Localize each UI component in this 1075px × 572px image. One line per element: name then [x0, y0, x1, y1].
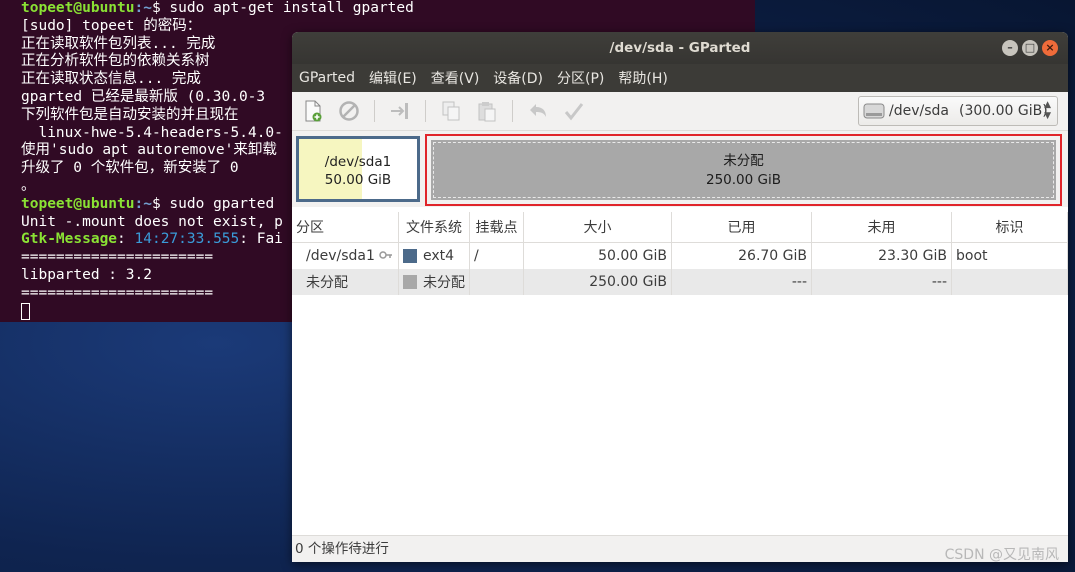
hard-disk-icon	[863, 101, 885, 121]
terminal-line: topeet@ubuntu:~$ sudo apt-get install gp…	[21, 0, 414, 16]
table-row[interactable]: /dev/sda1 ext4 / 50.00 GiB 26.70 GiB 23.…	[292, 243, 1068, 269]
resize-move-icon[interactable]	[389, 100, 411, 122]
table-row[interactable]: 未分配 未分配 250.00 GiB --- ---	[292, 269, 1068, 295]
column-header-mountpoint[interactable]: 挂载点	[470, 212, 524, 242]
filesystem-color-swatch	[403, 275, 417, 289]
device-name: /dev/sda	[889, 103, 949, 119]
menu-view[interactable]: 查看(V)	[431, 68, 480, 88]
used-value: ---	[672, 269, 812, 295]
chevron-up-down-icon: ▲ ▼	[1044, 100, 1051, 121]
size-value: 50.00 GiB	[524, 243, 672, 269]
table-header: 分区 文件系统 挂载点 大小 已用 未用 标识	[292, 212, 1068, 243]
minimize-button[interactable]: –	[1002, 40, 1018, 56]
unallocated-block-size: 250.00 GiB	[705, 172, 781, 188]
menu-device[interactable]: 设备(D)	[493, 68, 543, 88]
column-header-unused[interactable]: 未用	[812, 212, 952, 242]
partition-name: 未分配	[292, 269, 399, 295]
menu-partition[interactable]: 分区(P)	[557, 68, 604, 88]
toolbar-separator	[512, 100, 513, 122]
close-button[interactable]: ×	[1042, 40, 1058, 56]
terminal-cursor	[21, 302, 30, 320]
menu-bar: GParted 编辑(E) 查看(V) 设备(D) 分区(P) 帮助(H)	[292, 64, 1068, 92]
unused-value: 23.30 GiB	[812, 243, 952, 269]
used-value: 26.70 GiB	[672, 243, 812, 269]
gparted-window: /dev/sda - GParted – □ × GParted 编辑(E) 查…	[292, 32, 1068, 562]
menu-edit[interactable]: 编辑(E)	[369, 68, 417, 88]
disk-map: /dev/sda1 50.00 GiB 未分配 250.00 GiB	[292, 131, 1068, 207]
mountpoint: /	[470, 243, 524, 269]
maximize-button[interactable]: □	[1022, 40, 1038, 56]
partition-block-name: /dev/sda1	[324, 154, 392, 170]
flags-value	[952, 269, 1068, 295]
window-controls: – □ ×	[1002, 40, 1058, 56]
copy-icon[interactable]	[440, 100, 462, 122]
size-value: 250.00 GiB	[524, 269, 672, 295]
partition-name: /dev/sda1	[306, 248, 375, 264]
unallocated-block-name: 未分配	[723, 153, 764, 169]
watermark: CSDN @又见南风	[944, 547, 1059, 563]
toolbar: /dev/sda (300.00 GiB) ▲ ▼	[292, 92, 1068, 131]
paste-icon[interactable]	[476, 100, 498, 122]
filesystem-name: 未分配	[423, 275, 465, 291]
column-header-used[interactable]: 已用	[672, 212, 812, 242]
unallocated-block-highlight[interactable]: 未分配 250.00 GiB	[425, 134, 1062, 206]
filesystem-name: ext4	[423, 248, 455, 264]
toolbar-separator	[374, 100, 375, 122]
toolbar-separator	[425, 100, 426, 122]
partition-table: 分区 文件系统 挂载点 大小 已用 未用 标识 /dev/sda1 ext4 /…	[292, 212, 1068, 295]
window-title: /dev/sda - GParted	[609, 40, 751, 56]
menu-help[interactable]: 帮助(H)	[618, 68, 667, 88]
column-header-size[interactable]: 大小	[524, 212, 672, 242]
undo-icon[interactable]	[527, 100, 549, 122]
delete-icon[interactable]	[338, 100, 360, 122]
partition-block-size: 50.00 GiB	[324, 172, 392, 188]
filesystem-color-swatch	[403, 249, 417, 263]
new-partition-icon[interactable]	[302, 100, 324, 122]
menu-gparted[interactable]: GParted	[299, 70, 355, 86]
column-header-filesystem[interactable]: 文件系统	[399, 212, 470, 242]
pending-operations-status: 0 个操作待进行	[295, 541, 389, 557]
title-bar[interactable]: /dev/sda - GParted – □ ×	[292, 32, 1068, 64]
column-header-partition[interactable]: 分区	[292, 212, 399, 242]
unused-value: ---	[812, 269, 952, 295]
device-selector[interactable]: /dev/sda (300.00 GiB) ▲ ▼	[858, 96, 1058, 126]
apply-icon[interactable]	[563, 100, 585, 122]
mountpoint	[470, 269, 524, 295]
key-icon	[379, 249, 393, 264]
column-header-flags[interactable]: 标识	[952, 212, 1068, 242]
flags-value: boot	[952, 243, 1068, 269]
device-size: (300.00 GiB)	[958, 103, 1048, 119]
partition-block-sda1[interactable]: /dev/sda1 50.00 GiB	[296, 136, 420, 202]
